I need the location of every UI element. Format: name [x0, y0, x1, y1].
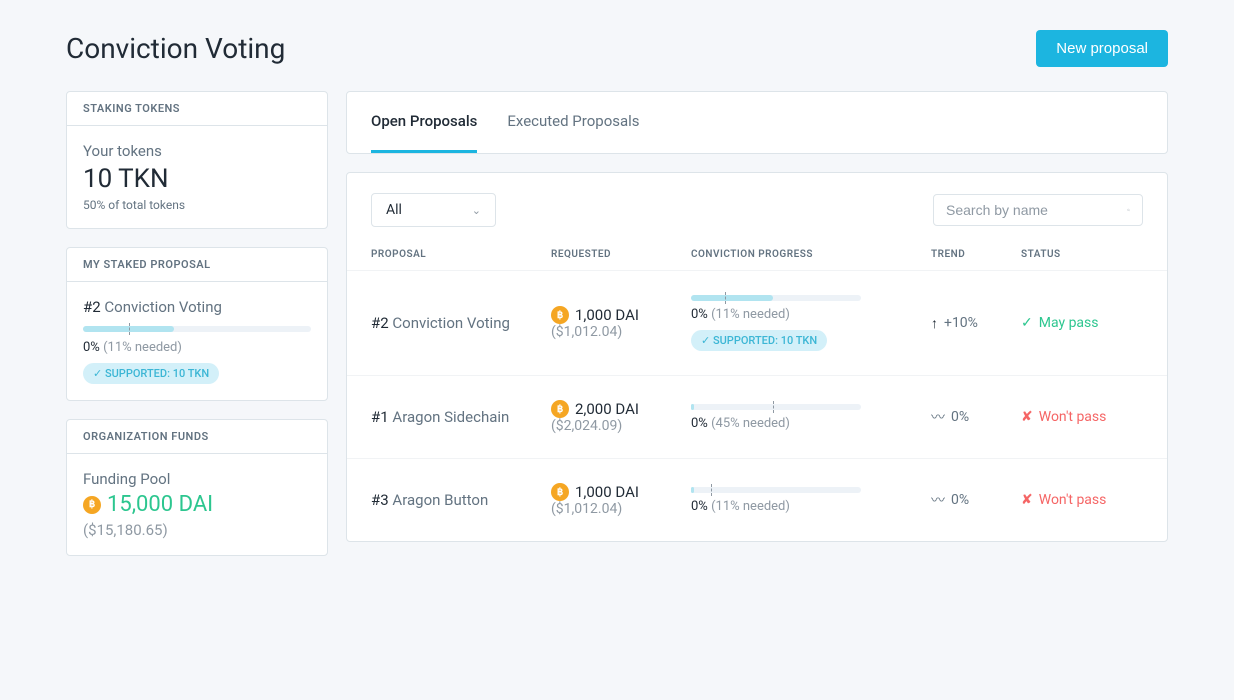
cell-proposal: #2 Conviction Voting	[371, 314, 551, 332]
status-icon: ✘	[1021, 492, 1033, 508]
organization-funds-card: ORGANIZATION FUNDS Funding Pool ฿ 15,000…	[66, 419, 328, 556]
chevron-down-icon: ⌄	[472, 204, 481, 217]
requested-amount: 1,000 DAI	[575, 483, 639, 501]
table-row[interactable]: #1 Aragon Sidechain฿2,000 DAI($2,024.09)…	[347, 375, 1167, 458]
col-conviction: CONVICTION PROGRESS	[691, 249, 931, 260]
status-icon: ✓	[1021, 315, 1033, 331]
funding-pool-label: Funding Pool	[83, 470, 311, 488]
arrow-up-icon: ↑	[931, 315, 938, 332]
trend-flat-icon: 〰	[931, 407, 945, 427]
cell-requested: ฿ 1,000 DAI($1,012.04)	[551, 306, 691, 340]
tab-executed-proposals[interactable]: Executed Proposals	[507, 92, 639, 153]
trend-value: 0%	[951, 409, 969, 425]
filter-select[interactable]: All ⌄	[371, 193, 496, 227]
trend-flat-icon: 〰	[931, 490, 945, 510]
staked-proposal-link[interactable]: #2 Conviction Voting	[83, 298, 311, 316]
proposal-id: #2	[371, 314, 389, 332]
new-proposal-button[interactable]: New proposal	[1036, 30, 1168, 67]
requested-fiat: ($2,024.09)	[551, 418, 691, 434]
progress-text: 0% (11% needed)	[691, 307, 931, 322]
conviction-progress-bar	[691, 404, 861, 410]
cell-status: ✘ Won't pass	[1021, 409, 1131, 425]
cell-conviction: 0% (45% needed)	[691, 404, 931, 431]
your-tokens-label: Your tokens	[83, 142, 311, 160]
proposal-id: #1	[371, 408, 389, 426]
conviction-progress-bar	[691, 487, 861, 493]
supported-badge: ✓ SUPPORTED: 10 TKN	[691, 330, 827, 351]
proposal-name: Aragon Button	[392, 491, 488, 509]
funding-pool-fiat: ($15,180.65)	[83, 521, 311, 539]
proposals-panel: All ⌄ PROPOSAL REQUESTED CONVICTION PROG…	[346, 172, 1168, 542]
requested-fiat: ($1,012.04)	[551, 501, 691, 517]
funds-header: ORGANIZATION FUNDS	[67, 420, 327, 454]
conviction-progress-bar	[691, 295, 861, 301]
coin-icon: ฿	[551, 306, 569, 324]
table-header: PROPOSAL REQUESTED CONVICTION PROGRESS T…	[347, 239, 1167, 270]
my-staked-proposal-card: MY STAKED PROPOSAL #2 Conviction Voting …	[66, 247, 328, 401]
cell-conviction: 0% (11% needed)	[691, 487, 931, 514]
table-row[interactable]: #3 Aragon Button฿1,000 DAI($1,012.04)0% …	[347, 458, 1167, 541]
proposal-id: #3	[371, 491, 389, 509]
conviction-progress-bar	[83, 326, 311, 332]
coin-icon: ฿	[551, 400, 569, 418]
cell-trend: ↑ +10%	[931, 315, 1021, 332]
search-box[interactable]	[933, 194, 1143, 226]
page-header: Conviction Voting New proposal	[66, 30, 1168, 67]
cell-trend: 〰 0%	[931, 490, 1021, 510]
trend-value: +10%	[944, 315, 978, 331]
staked-proposal-header: MY STAKED PROPOSAL	[67, 248, 327, 282]
requested-fiat: ($1,012.04)	[551, 324, 691, 340]
status-text: Won't pass	[1039, 492, 1107, 508]
sidebar: STAKING TOKENS Your tokens 10 TKN 50% of…	[66, 91, 328, 556]
cell-status: ✘ Won't pass	[1021, 492, 1131, 508]
cell-requested: ฿ 1,000 DAI($1,012.04)	[551, 483, 691, 517]
cell-conviction: 0% (11% needed) ✓ SUPPORTED: 10 TKN	[691, 295, 931, 351]
col-trend: TREND	[931, 249, 1021, 260]
tokens-share: 50% of total tokens	[83, 198, 311, 212]
toolbar: All ⌄	[347, 173, 1167, 239]
proposal-name: Aragon Sidechain	[392, 408, 509, 426]
tab-open-proposals[interactable]: Open Proposals	[371, 92, 477, 153]
search-icon	[1127, 202, 1130, 218]
main-content: Open Proposals Executed Proposals All ⌄ …	[346, 91, 1168, 556]
your-tokens-value: 10 TKN	[83, 164, 311, 194]
cell-proposal: #1 Aragon Sidechain	[371, 408, 551, 426]
status-icon: ✘	[1021, 409, 1033, 425]
staking-tokens-header: STAKING TOKENS	[67, 92, 327, 126]
page-title: Conviction Voting	[66, 32, 285, 65]
cell-proposal: #3 Aragon Button	[371, 491, 551, 509]
cell-trend: 〰 0%	[931, 407, 1021, 427]
status-text: May pass	[1039, 315, 1099, 331]
progress-text: 0% (45% needed)	[691, 416, 931, 431]
cell-status: ✓ May pass	[1021, 315, 1131, 331]
trend-value: 0%	[951, 492, 969, 508]
funding-pool-amount: ฿ 15,000 DAI	[83, 492, 311, 517]
proposal-name: Conviction Voting	[392, 314, 510, 332]
supported-badge: ✓ SUPPORTED: 10 TKN	[83, 363, 219, 384]
search-input[interactable]	[946, 202, 1127, 218]
requested-amount: 2,000 DAI	[575, 400, 639, 418]
status-text: Won't pass	[1039, 409, 1107, 425]
progress-text: 0% (11% needed)	[83, 340, 311, 355]
col-proposal: PROPOSAL	[371, 249, 551, 260]
staking-tokens-card: STAKING TOKENS Your tokens 10 TKN 50% of…	[66, 91, 328, 229]
col-status: STATUS	[1021, 249, 1131, 260]
coin-icon: ฿	[83, 496, 101, 514]
progress-text: 0% (11% needed)	[691, 499, 931, 514]
table-row[interactable]: #2 Conviction Voting฿1,000 DAI($1,012.04…	[347, 270, 1167, 375]
requested-amount: 1,000 DAI	[575, 306, 639, 324]
col-requested: REQUESTED	[551, 249, 691, 260]
cell-requested: ฿ 2,000 DAI($2,024.09)	[551, 400, 691, 434]
proposal-id: #2	[83, 298, 101, 316]
tabs: Open Proposals Executed Proposals	[346, 91, 1168, 154]
coin-icon: ฿	[551, 483, 569, 501]
proposal-name: Conviction Voting	[104, 298, 222, 316]
filter-selected: All	[386, 202, 402, 218]
